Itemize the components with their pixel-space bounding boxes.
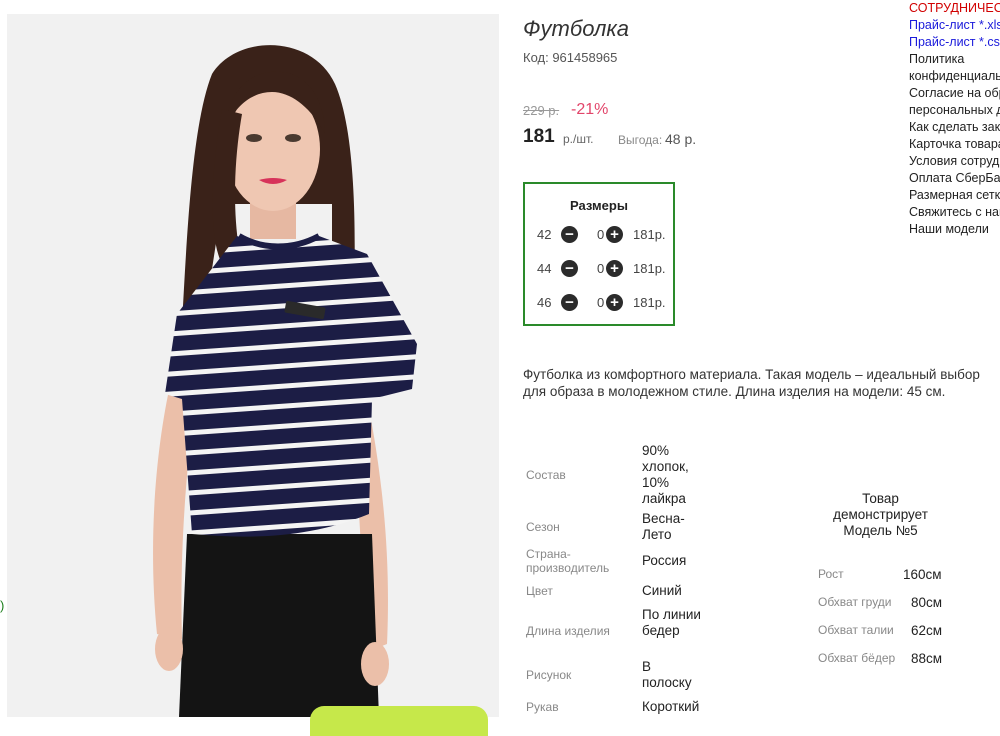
sizes-title: Размеры — [570, 198, 628, 213]
model-title: Товар демонстрирует Модель №5 — [833, 491, 928, 538]
measure-value: 62см — [911, 623, 943, 638]
size-row: 42 − 0 + 181р. — [535, 225, 675, 245]
link-consent-cont[interactable]: персональных данных — [909, 102, 1000, 119]
attr-value: Синий — [642, 583, 682, 598]
old-price: 229 р. — [523, 103, 560, 118]
size-row: 44 − 0 + 181р. — [535, 259, 675, 279]
attr-value: Короткий — [642, 699, 700, 714]
attr-label: Рукав — [526, 700, 559, 714]
left-edge-mark: ) — [0, 598, 5, 613]
attr-label: Длина изделия — [526, 624, 610, 638]
product-code: Код: 961458965 — [523, 50, 618, 65]
size-row: 46 − 0 + 181р. — [535, 293, 675, 313]
attr-value: Россия — [642, 553, 687, 568]
attr-label: Сезон — [526, 520, 560, 534]
minus-circle-icon[interactable]: − — [561, 226, 578, 243]
measure-label: Рост — [818, 567, 844, 581]
attr-label: Цвет — [526, 584, 553, 598]
plus-circle-icon[interactable]: + — [606, 260, 623, 277]
minus-circle-icon[interactable]: − — [561, 260, 578, 277]
sizes-panel: Размеры 42 − 0 + 181р. 44 − 0 + 181р. 46… — [523, 182, 675, 326]
link-how-to-order[interactable]: Как сделать заказ — [909, 119, 1000, 136]
size-label: 46 — [537, 295, 552, 310]
minus-circle-icon[interactable]: − — [561, 294, 578, 311]
measure-label: Обхват талии — [818, 623, 894, 637]
price-unit: р./шт. — [563, 132, 594, 146]
quantity-value[interactable]: 0 — [597, 261, 604, 276]
measure-label: Обхват бёдер — [818, 651, 896, 665]
attr-value: Весна-Лето — [642, 511, 685, 542]
current-price: 181 — [523, 126, 555, 147]
link-consent[interactable]: Согласие на обработку — [909, 85, 1000, 102]
link-terms[interactable]: Условия сотрудничества — [909, 153, 1000, 170]
link-contact[interactable]: Свяжитесь с нами — [909, 204, 1000, 221]
attr-value: По линии бедер — [642, 607, 701, 638]
link-pricelist-csv[interactable]: Прайс-лист *.csv — [909, 34, 1000, 51]
plus-circle-icon[interactable]: + — [606, 226, 623, 243]
size-label: 44 — [537, 261, 552, 276]
discount-badge: -21% — [571, 101, 609, 118]
side-links: СОТРУДНИЧЕСТВО Прайс-лист *.xls Прайс-ли… — [909, 0, 1000, 238]
measure-value: 80см — [911, 595, 943, 610]
attr-label: Состав — [526, 468, 566, 482]
product-photo[interactable] — [7, 14, 499, 717]
quantity-value[interactable]: 0 — [597, 295, 604, 310]
link-policy[interactable]: Политика — [909, 51, 1000, 68]
measure-label: Обхват груди — [818, 595, 892, 609]
attr-value: В полоску — [642, 659, 692, 690]
link-product-card[interactable]: Карточка товара — [909, 136, 1000, 153]
size-price: 181р. — [633, 227, 666, 242]
attr-label: Рисунок — [526, 668, 572, 682]
product-description: Футболка из комфортного материала. Такая… — [523, 367, 980, 399]
size-price: 181р. — [633, 295, 666, 310]
model-in-striped-tshirt-image — [7, 14, 499, 717]
quantity-value[interactable]: 0 — [597, 227, 604, 242]
size-price: 181р. — [633, 261, 666, 276]
size-label: 42 — [537, 227, 552, 242]
measure-value: 160см — [903, 567, 942, 582]
link-cooperation[interactable]: СОТРУДНИЧЕСТВО — [909, 0, 1000, 17]
plus-circle-icon[interactable]: + — [606, 294, 623, 311]
product-title: Футболка — [523, 16, 629, 41]
link-payment[interactable]: Оплата СберБанк — [909, 170, 1000, 187]
attr-value: 90% хлопок, 10% лайкра — [642, 443, 689, 506]
measure-value: 88см — [911, 651, 943, 666]
link-policy-cont[interactable]: конфиденциальности — [909, 68, 1000, 85]
link-size-chart[interactable]: Размерная сетка — [909, 187, 1000, 204]
attr-label: Страна-производитель — [526, 547, 610, 575]
add-to-cart-button[interactable] — [310, 706, 488, 736]
benefit-label: Выгода: — [618, 133, 663, 147]
link-pricelist-xls[interactable]: Прайс-лист *.xls — [909, 17, 1000, 34]
link-our-models[interactable]: Наши модели — [909, 221, 1000, 238]
benefit-value: 48 р. — [665, 131, 697, 147]
